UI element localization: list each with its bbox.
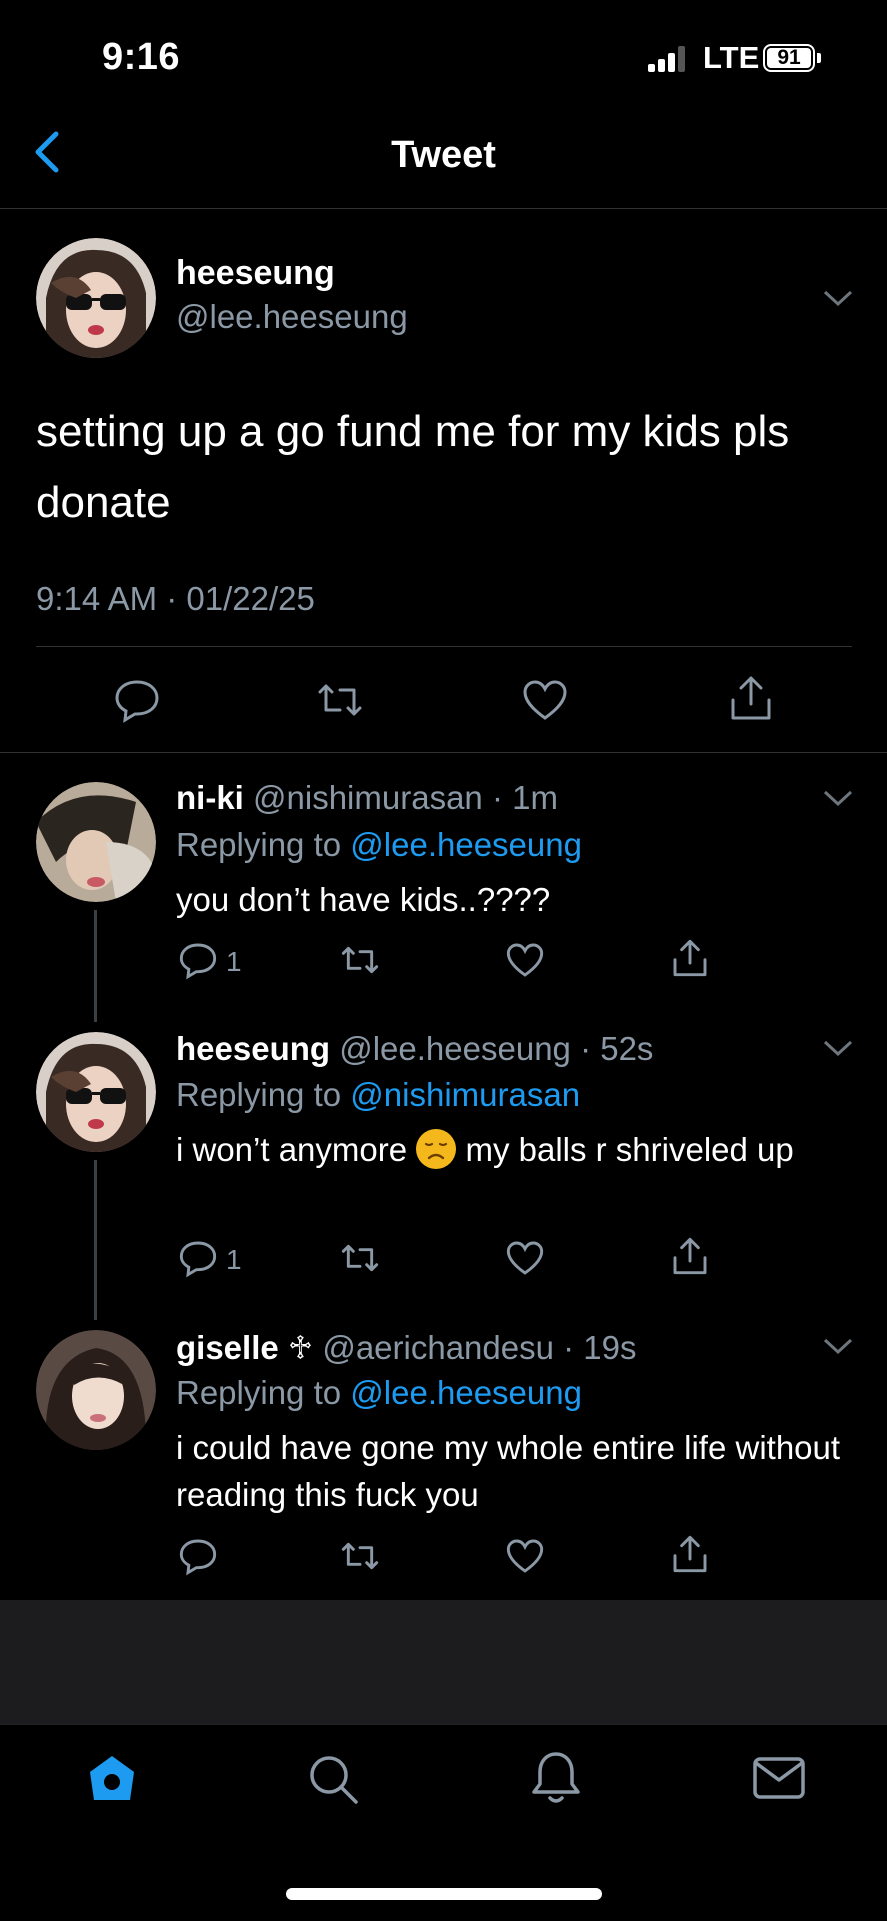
- page-title: Tweet: [391, 134, 496, 176]
- like-icon[interactable]: [505, 1238, 545, 1278]
- chevron-down-icon[interactable]: [822, 788, 854, 808]
- reply-icon[interactable]: [178, 1238, 218, 1278]
- disappointed-face-icon: [416, 1129, 457, 1169]
- actions-divider: [0, 752, 887, 753]
- avatar[interactable]: [36, 1330, 156, 1450]
- thread-line: [94, 910, 97, 1022]
- home-indicator: [286, 1888, 602, 1900]
- avatar[interactable]: [36, 1032, 156, 1152]
- reply-meta[interactable]: @lee.heeseung · 52s: [339, 1030, 653, 1067]
- replying-to: Replying to @lee.heeseung: [176, 1374, 582, 1412]
- reply-header: heeseung @lee.heeseung · 52s: [176, 1030, 653, 1068]
- thread-line: [94, 1160, 97, 1320]
- reply-author-name[interactable]: giselle ♱: [176, 1329, 313, 1366]
- tweet-timestamp: 9:14 AM · 01/22/25: [36, 580, 315, 617]
- reply-text: you don’t have kids..????: [176, 881, 551, 918]
- share-icon[interactable]: [670, 1236, 710, 1276]
- replying-to-link[interactable]: @nishimurasan: [350, 1076, 580, 1113]
- reply-icon[interactable]: [178, 1536, 218, 1576]
- reply-icon[interactable]: [178, 940, 218, 980]
- search-icon[interactable]: [306, 1752, 360, 1806]
- reply-text-start: i won’t anymore: [176, 1131, 408, 1168]
- like-icon[interactable]: [505, 940, 545, 980]
- battery-level: 91: [767, 47, 811, 68]
- reply-count: 1: [226, 946, 242, 977]
- chevron-down-icon[interactable]: [822, 1038, 854, 1058]
- header-divider: [0, 208, 887, 209]
- replying-to: Replying to @lee.heeseung: [176, 826, 582, 864]
- replying-to-label: Replying to: [176, 826, 342, 863]
- replying-to: Replying to @nishimurasan: [176, 1076, 580, 1114]
- reply-author-name[interactable]: ni-ki: [176, 779, 244, 816]
- chevron-down-icon[interactable]: [822, 288, 854, 308]
- replying-to-label: Replying to: [176, 1374, 342, 1411]
- reply-icon[interactable]: [113, 676, 161, 724]
- reply-text: i won’t anymore my balls r shriveled up: [176, 1126, 856, 1173]
- reply-text-end: my balls r shriveled up: [465, 1131, 794, 1168]
- battery-tip: [817, 53, 821, 63]
- chevron-down-icon[interactable]: [822, 1336, 854, 1356]
- share-icon[interactable]: [670, 1534, 710, 1574]
- mail-icon[interactable]: [752, 1756, 806, 1800]
- author-handle[interactable]: @lee.heeseung: [176, 298, 408, 336]
- reply-header: giselle ♱ @aerichandesu · 19s: [176, 1328, 637, 1367]
- tweet-divider: [36, 646, 852, 647]
- signal-icon: [648, 46, 694, 72]
- network-label: LTE: [703, 40, 760, 75]
- status-time: 9:16: [102, 36, 181, 78]
- retweet-icon[interactable]: [340, 1238, 380, 1278]
- replying-to-link[interactable]: @lee.heeseung: [350, 1374, 582, 1411]
- reply-count: 1: [226, 1244, 242, 1275]
- retweet-icon[interactable]: [316, 676, 364, 724]
- share-icon[interactable]: [670, 938, 710, 978]
- like-icon[interactable]: [505, 1536, 545, 1576]
- battery-icon: 91: [763, 44, 815, 72]
- tweet-text: setting up a go fund me for my kids pls …: [36, 407, 790, 527]
- reply-author-name[interactable]: heeseung: [176, 1030, 330, 1067]
- home-icon[interactable]: [86, 1752, 138, 1804]
- reply-header: ni-ki @nishimurasan · 1m: [176, 779, 558, 817]
- avatar[interactable]: [36, 782, 156, 902]
- bell-icon[interactable]: [530, 1750, 582, 1806]
- empty-footer: [0, 1600, 887, 1724]
- like-icon[interactable]: [521, 676, 569, 724]
- replying-to-label: Replying to: [176, 1076, 342, 1113]
- reply-text: i could have gone my whole entire life w…: [176, 1429, 841, 1513]
- avatar[interactable]: [36, 238, 156, 358]
- reply-meta[interactable]: @nishimurasan · 1m: [253, 779, 558, 816]
- reply-meta[interactable]: @aerichandesu · 19s: [322, 1329, 636, 1366]
- retweet-icon[interactable]: [340, 940, 380, 980]
- author-name[interactable]: heeseung: [176, 254, 335, 293]
- replying-to-link[interactable]: @lee.heeseung: [350, 826, 582, 863]
- share-icon[interactable]: [727, 674, 775, 722]
- retweet-icon[interactable]: [340, 1536, 380, 1576]
